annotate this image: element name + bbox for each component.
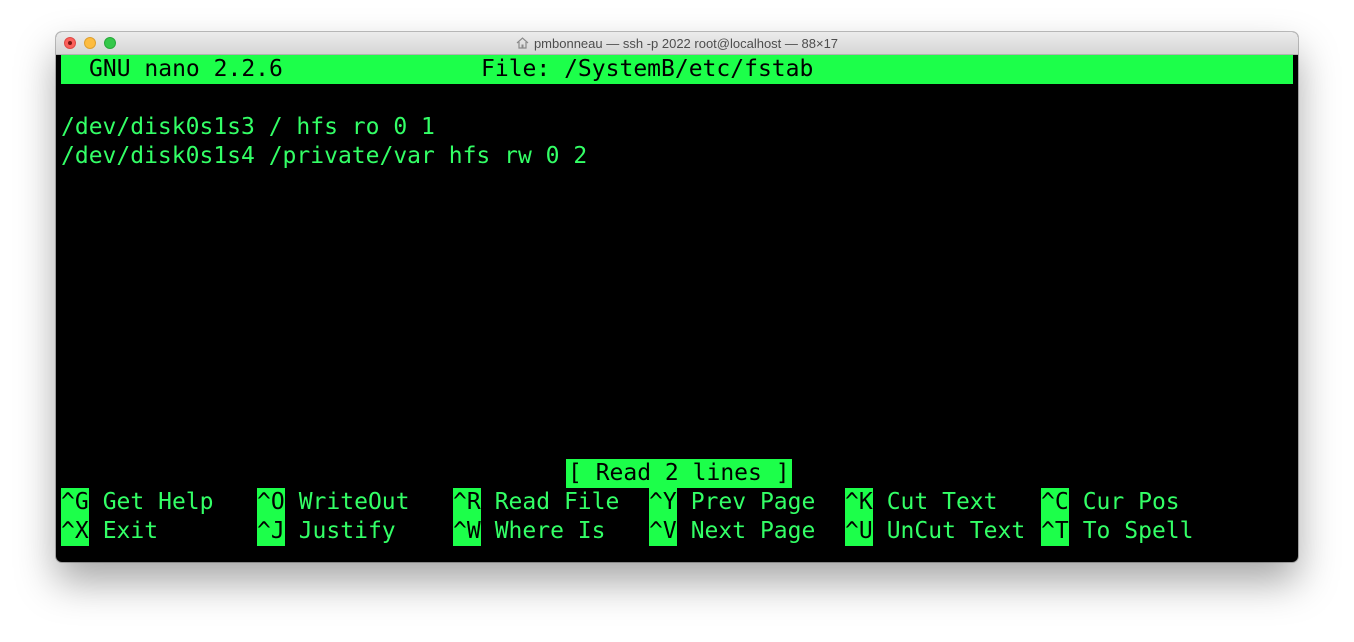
window-title-group: pmbonneau — ssh -p 2022 root@localhost —… xyxy=(56,32,1298,54)
shortcut-key: ^Y xyxy=(649,488,677,517)
shortcut-writeout[interactable]: ^O WriteOut xyxy=(257,488,409,517)
shortcut-label: Exit xyxy=(102,518,159,544)
terminal-content[interactable]: GNU nano 2.2.6 File: /SystemB/etc/fstab … xyxy=(61,55,1293,562)
shortcut-cur-pos[interactable]: ^C Cur Pos xyxy=(1041,488,1180,517)
window-title: pmbonneau — ssh -p 2022 root@localhost —… xyxy=(533,35,839,51)
shortcut-label: UnCut Text xyxy=(886,518,1026,544)
shortcut-key: ^X xyxy=(61,517,89,546)
title-bar[interactable]: pmbonneau — ssh -p 2022 root@localhost —… xyxy=(56,32,1298,55)
shortcut-cut-text[interactable]: ^K Cut Text xyxy=(845,488,997,517)
shortcut-read-file[interactable]: ^R Read File xyxy=(453,488,619,517)
terminal-window: pmbonneau — ssh -p 2022 root@localhost —… xyxy=(56,32,1298,562)
shortcut-label: Read File xyxy=(494,489,620,515)
shortcut-to-spell[interactable]: ^T To Spell xyxy=(1041,517,1193,546)
shortcut-key: ^J xyxy=(257,517,285,546)
shortcut-label: Get Help xyxy=(102,489,214,515)
nano-file-name: File: /SystemB/etc/fstab xyxy=(481,56,814,82)
shortcut-label: Prev Page xyxy=(690,489,816,515)
shortcut-exit[interactable]: ^X Exit xyxy=(61,517,158,546)
shortcut-key: ^K xyxy=(845,488,873,517)
status-message: [ Read 2 lines ] xyxy=(566,459,792,488)
shortcut-key: ^U xyxy=(845,517,873,546)
shortcut-where-is[interactable]: ^W Where Is xyxy=(453,517,605,546)
shortcut-label: To Spell xyxy=(1082,518,1194,544)
shortcut-label: Where Is xyxy=(494,518,606,544)
shortcut-get-help[interactable]: ^G Get Help xyxy=(61,488,213,517)
shortcut-label: Cur Pos xyxy=(1082,489,1180,515)
shortcut-label: Cut Text xyxy=(886,489,998,515)
file-line[interactable]: /dev/disk0s1s4 /private/var hfs rw 0 2 xyxy=(61,142,587,171)
shortcut-label: WriteOut xyxy=(298,489,410,515)
shortcut-next-page[interactable]: ^V Next Page xyxy=(649,517,815,546)
shortcut-key: ^O xyxy=(257,488,285,517)
file-line[interactable]: /dev/disk0s1s3 / hfs ro 0 1 xyxy=(61,113,435,142)
shortcut-key: ^W xyxy=(453,517,481,546)
nano-header-bar: GNU nano 2.2.6 File: /SystemB/etc/fstab xyxy=(61,55,1293,84)
shortcut-key: ^G xyxy=(61,488,89,517)
nano-version: GNU nano 2.2.6 xyxy=(89,56,283,82)
shortcut-label: Justify xyxy=(298,518,396,544)
shortcut-key: ^T xyxy=(1041,517,1069,546)
shortcut-key: ^C xyxy=(1041,488,1069,517)
shortcut-label: Next Page xyxy=(690,518,816,544)
shortcut-key: ^R xyxy=(453,488,481,517)
shortcut-justify[interactable]: ^J Justify xyxy=(257,517,396,546)
home-icon xyxy=(516,37,529,49)
shortcut-uncut-text[interactable]: ^U UnCut Text xyxy=(845,517,1025,546)
shortcut-prev-page[interactable]: ^Y Prev Page xyxy=(649,488,815,517)
shortcut-key: ^V xyxy=(649,517,677,546)
